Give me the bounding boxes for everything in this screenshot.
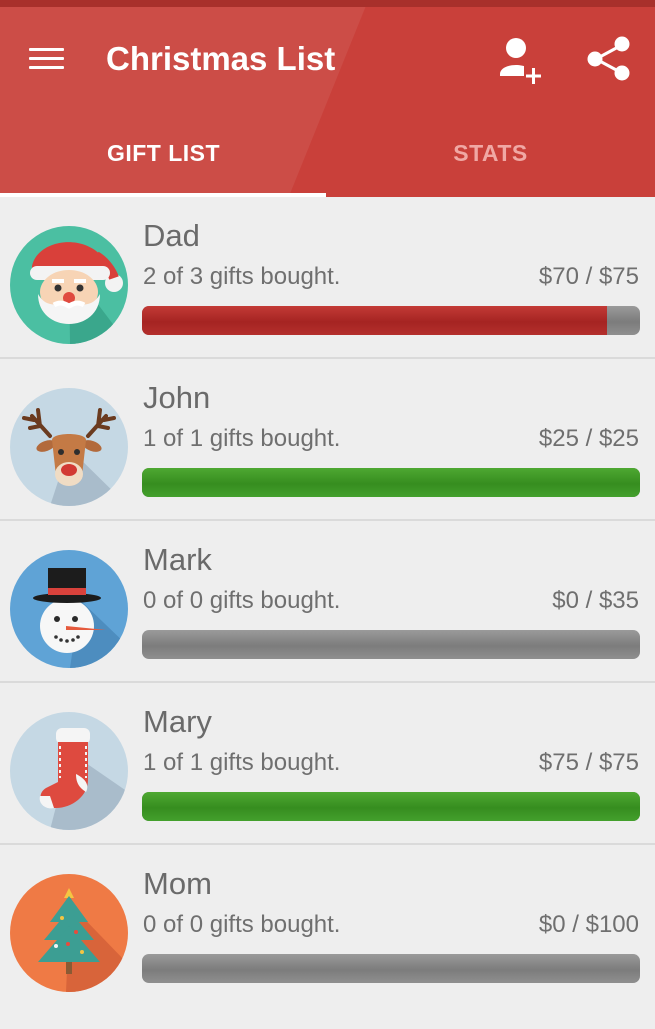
list-item[interactable]: Mom 0 of 0 gifts bought. $0 / $100 [0,845,655,1007]
progress-fill [142,792,640,821]
progress-bar [142,954,640,983]
gifts-bought-count: 1 of 1 gifts bought. [143,749,341,776]
progress-bar [142,630,640,659]
budget-amount: $25 / $25 [538,425,639,452]
christmas-tree-avatar [10,874,128,992]
gifts-bought-count: 1 of 1 gifts bought. [143,425,341,452]
list-item[interactable]: Mary 1 of 1 gifts bought. $75 / $75 [0,683,655,845]
person-name: Dad [143,218,200,253]
share-icon[interactable] [584,32,640,88]
status-bar-strip [0,0,655,7]
progress-fill [142,306,607,335]
budget-amount: $70 / $75 [538,263,639,290]
gifts-bought-count: 0 of 0 gifts bought. [143,911,341,938]
add-person-icon[interactable] [494,32,550,88]
budget-amount: $75 / $75 [538,749,639,776]
tab-stats[interactable]: STATS [327,140,654,167]
person-name: John [143,380,211,415]
progress-fill [142,468,640,497]
person-name: Mark [143,542,212,577]
progress-bar [142,306,640,335]
budget-amount: $0 / $35 [552,587,639,614]
menu-icon[interactable] [29,44,65,72]
list-item[interactable]: Mark 0 of 0 gifts bought. $0 / $35 [0,521,655,683]
person-name: Mary [143,704,212,739]
gifts-bought-count: 0 of 0 gifts bought. [143,587,341,614]
list-item[interactable]: Dad 2 of 3 gifts bought. $70 / $75 [0,197,655,359]
progress-bar [142,468,640,497]
person-name: Mom [143,866,212,901]
progress-bar [142,792,640,821]
santa-avatar [10,226,128,344]
page-title: Christmas List [106,40,336,77]
app-bar-sheen [0,0,401,197]
gifts-bought-count: 2 of 3 gifts bought. [143,263,341,290]
stocking-avatar [10,712,128,830]
tab-gift-list[interactable]: GIFT LIST [0,140,327,167]
snowman-avatar [10,550,128,668]
budget-amount: $0 / $100 [538,911,639,938]
app-bar: Christmas List GIFT LIST STATS [0,0,655,197]
reindeer-avatar [10,388,128,506]
list-item[interactable]: John 1 of 1 gifts bought. $25 / $25 [0,359,655,521]
